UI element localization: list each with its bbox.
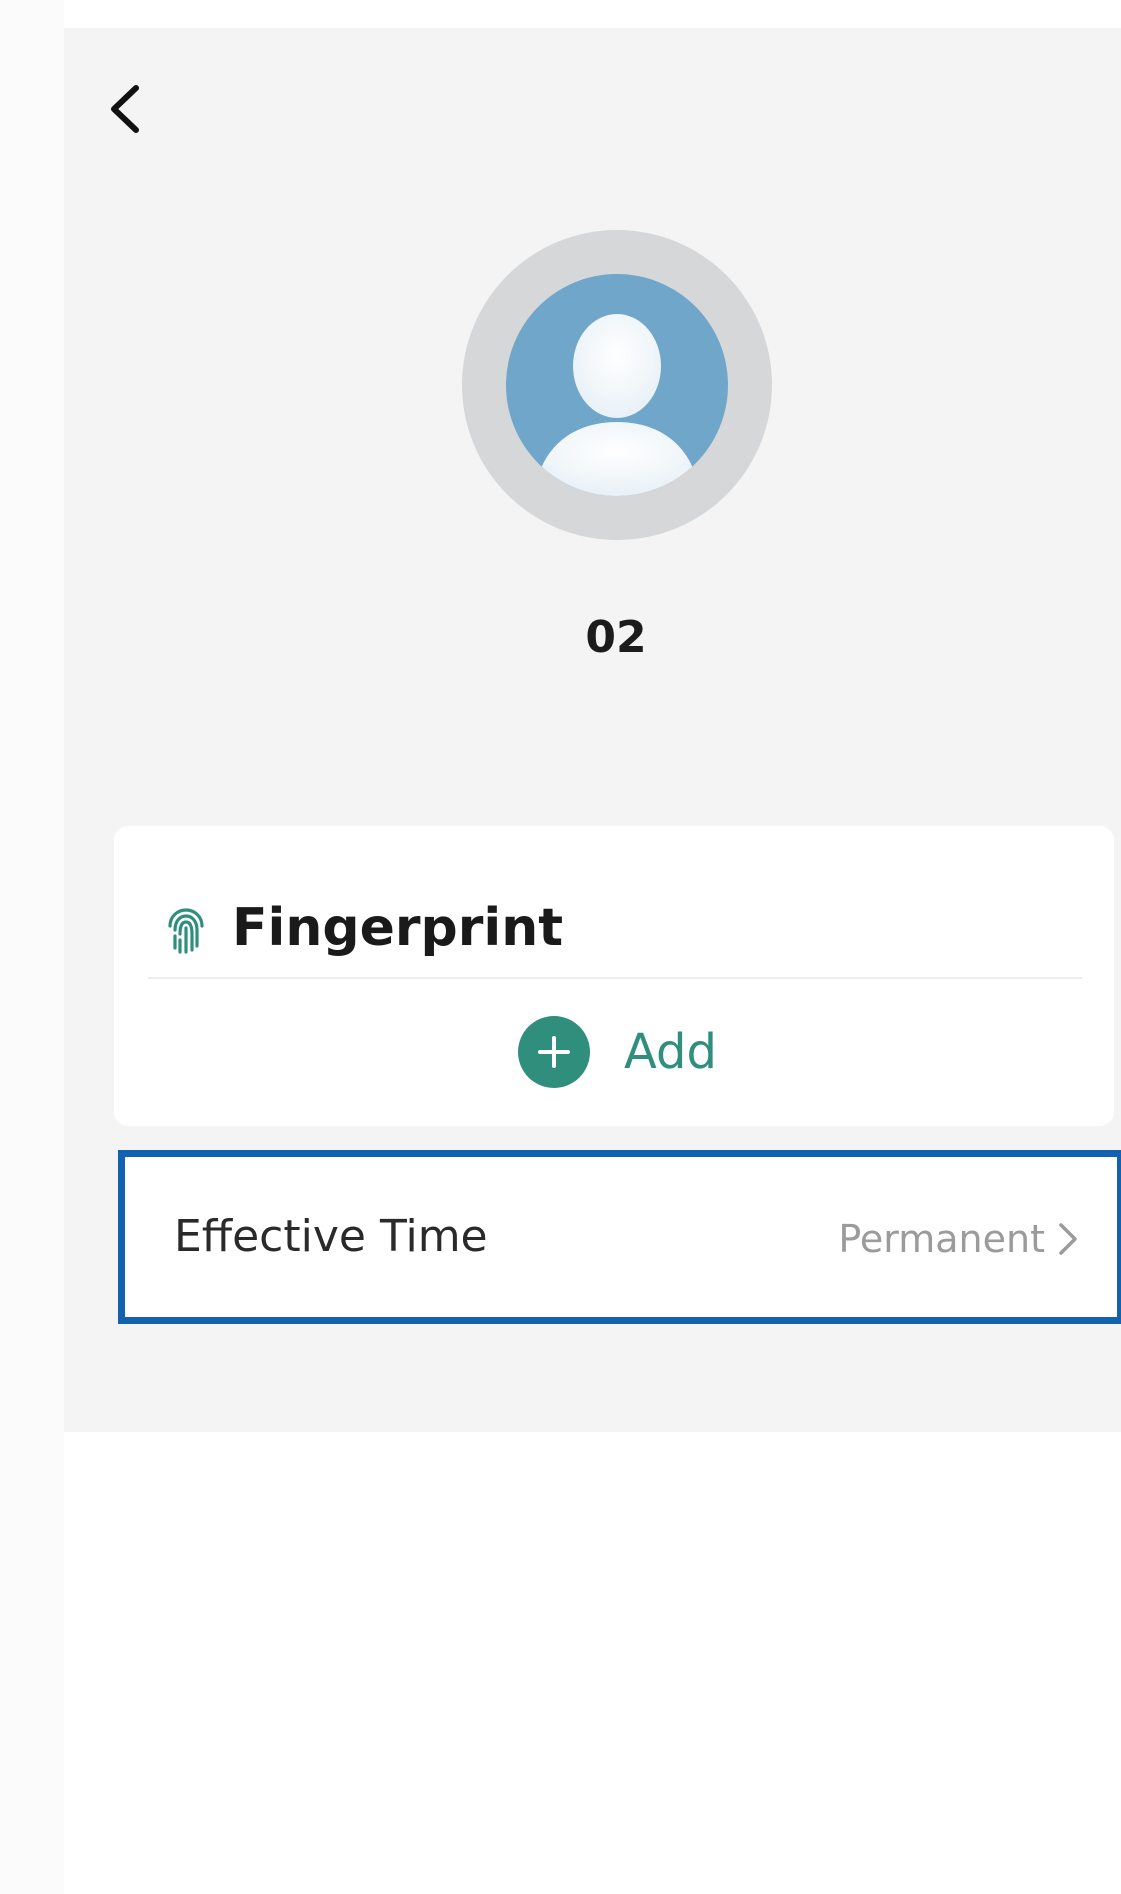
effective-time-row[interactable]: Effective Time Permanent — [118, 1150, 1121, 1324]
user-avatar-icon — [506, 274, 728, 496]
divider — [148, 977, 1082, 979]
add-label: Add — [624, 1024, 717, 1080]
fingerprint-icon — [168, 908, 204, 954]
add-fingerprint-button[interactable]: Add — [518, 1014, 717, 1090]
back-button[interactable] — [100, 74, 160, 144]
chevron-left-icon — [111, 85, 139, 133]
side-strip — [0, 0, 64, 1894]
fingerprint-title: Fingerprint — [232, 898, 564, 958]
plus-circle-icon — [518, 1016, 590, 1088]
chevron-right-icon — [1059, 1223, 1077, 1255]
avatar — [462, 230, 772, 540]
effective-time-value: Permanent — [838, 1217, 1045, 1261]
effective-time-label: Effective Time — [174, 1211, 488, 1262]
user-name: 02 — [585, 612, 647, 663]
